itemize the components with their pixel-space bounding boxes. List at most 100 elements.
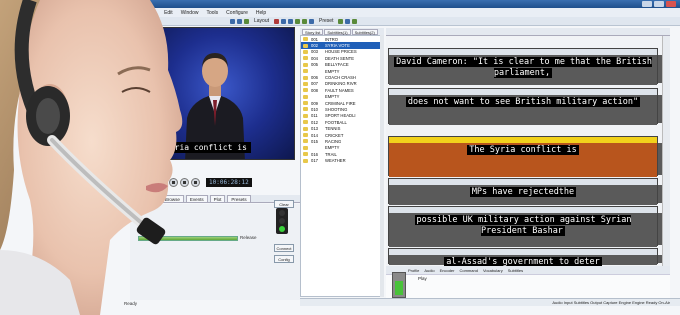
folder-icon (303, 139, 308, 144)
story-scrollbar[interactable] (380, 35, 384, 297)
play-label: Play (418, 276, 427, 281)
folder-icon (303, 37, 308, 42)
connect-button[interactable]: Connect (274, 244, 294, 252)
story-number: 002 (311, 43, 318, 49)
subtitle-block[interactable]: al-Assad's government to deter (388, 248, 664, 267)
subtitle-text: does not want to see British military ac… (405, 97, 641, 107)
tab-vocabulary[interactable]: Vocabulary (483, 268, 503, 273)
story-title: FAULT NAMES (325, 87, 354, 93)
folder-icon (303, 49, 308, 54)
title-bar (0, 0, 680, 8)
folder-icon (303, 69, 308, 74)
rewind-button[interactable] (136, 177, 145, 187)
tab-plot[interactable]: Plot (209, 195, 226, 202)
tab-subtitles-1[interactable]: Subtitles(1) (324, 28, 351, 35)
story-number: 009 (311, 100, 318, 106)
story-number: 007 (311, 81, 318, 87)
subtitle-text: David Cameron: "It is clear to me that t… (394, 57, 652, 78)
menu-tools[interactable]: Tools (206, 10, 218, 16)
bottom-tabs: Profile Audio Encoder Command Vocabulary… (386, 266, 670, 274)
story-title: RACING (325, 138, 342, 144)
story-number: 014 (311, 132, 318, 138)
story-number: 015 (311, 138, 318, 144)
story-title: WEATHER (325, 158, 346, 164)
folder-icon (303, 120, 308, 125)
tool-icon[interactable] (352, 18, 358, 24)
tab-profile[interactable]: Profile (408, 268, 419, 273)
tab-encoder[interactable]: Encoder (440, 268, 455, 273)
tab-audio[interactable]: Audio (424, 268, 434, 273)
tool-icon[interactable] (309, 18, 315, 24)
close-button[interactable] (666, 1, 676, 7)
tool-icon[interactable] (295, 18, 301, 24)
story-title: DEATH SENTE (325, 55, 355, 61)
menu-bar: File Edit Window Tools Configure Help (0, 8, 680, 17)
story-title: SYRIA VOTE (325, 43, 350, 49)
subtitle-block[interactable]: does not want to see British military ac… (388, 88, 664, 125)
tab-timeline[interactable]: Timeline (134, 195, 159, 202)
video-preview: Syria conflict is (130, 27, 295, 160)
tab-subtitles-2[interactable]: Subtitles(2) (351, 28, 378, 35)
subtitle-text-area: MPs have rejectedthe (389, 185, 657, 205)
menu-window[interactable]: Window (181, 10, 199, 16)
config-button[interactable]: Config (274, 255, 294, 263)
timecode-display: 10:06:28:12 (206, 177, 252, 187)
subtitle-block[interactable]: MPs have rejectedthe (388, 178, 664, 205)
subtitle-block[interactable]: possible UK military action against Syri… (388, 206, 664, 247)
story-number: 016 (311, 151, 318, 157)
story-number: 001 (311, 36, 318, 42)
subtitle-scrollbar[interactable] (662, 36, 670, 266)
tool-icon[interactable] (237, 18, 242, 24)
bottom-panel-body (386, 274, 670, 298)
story-title: DRINKING RIVR (325, 81, 357, 87)
folder-icon (303, 145, 308, 150)
tab-presets[interactable]: Presets (227, 195, 251, 202)
status-bar: Audio Input Subtitles Output Capture Eng… (300, 298, 680, 306)
tab-browse[interactable]: Browse (160, 195, 184, 202)
story-row[interactable]: 017 WEATHER (301, 157, 383, 163)
menu-configure[interactable]: Configure (226, 10, 248, 16)
left-status: Ready (124, 301, 138, 306)
menu-file[interactable]: File (148, 10, 156, 16)
maximize-button[interactable] (654, 1, 664, 7)
subtitle-text-area: David Cameron: "It is clear to me that t… (389, 55, 657, 85)
record-icon[interactable] (274, 18, 280, 24)
fast-forward-button[interactable] (180, 177, 189, 187)
tool-icon[interactable] (288, 18, 294, 24)
minimize-button[interactable] (642, 1, 652, 7)
tool-icon[interactable] (244, 18, 249, 24)
tool-icon[interactable] (302, 18, 308, 24)
subtitle-text: The Syria conflict is (467, 145, 579, 155)
menu-help[interactable]: Help (256, 10, 266, 16)
folder-icon (303, 94, 308, 99)
story-title: TRAIL (325, 151, 337, 157)
tool-icon[interactable] (338, 18, 344, 24)
tool-icon[interactable] (281, 18, 287, 24)
light-off (279, 218, 285, 224)
subtitle-text-area: does not want to see British military ac… (389, 95, 657, 125)
tab-command[interactable]: Command (459, 268, 477, 273)
app-window: File Edit Window Tools Configure Help La… (0, 0, 680, 315)
tool-icon[interactable] (230, 18, 235, 24)
tool-icon[interactable] (345, 18, 351, 24)
light-green (279, 226, 285, 232)
tab-subtitles[interactable]: Subtitles (508, 268, 523, 273)
folder-icon (303, 113, 308, 118)
tab-story-list[interactable]: Story list (302, 28, 324, 35)
story-title: COACH CRASH (325, 75, 356, 81)
audio-meter (392, 272, 406, 298)
play-button[interactable] (158, 177, 167, 187)
story-number: 003 (311, 49, 318, 55)
tab-events[interactable]: Events (185, 195, 208, 202)
story-title: FOOTBALL (325, 119, 347, 125)
toolbar-label: Layout (254, 18, 270, 24)
transport-controls: 10:06:28:12 (136, 176, 296, 188)
subtitle-block[interactable]: David Cameron: "It is clear to me that t… (388, 48, 664, 85)
menu-edit[interactable]: Edit (164, 10, 173, 16)
subtitle-block[interactable]: The Syria conflict is (388, 136, 664, 177)
clear-button[interactable]: Clear (274, 200, 294, 208)
subtitle-text: possible UK military action against Syri… (414, 215, 632, 236)
step-forward-button[interactable] (169, 177, 178, 187)
step-back-button[interactable] (147, 177, 156, 187)
stop-button[interactable] (191, 177, 200, 187)
